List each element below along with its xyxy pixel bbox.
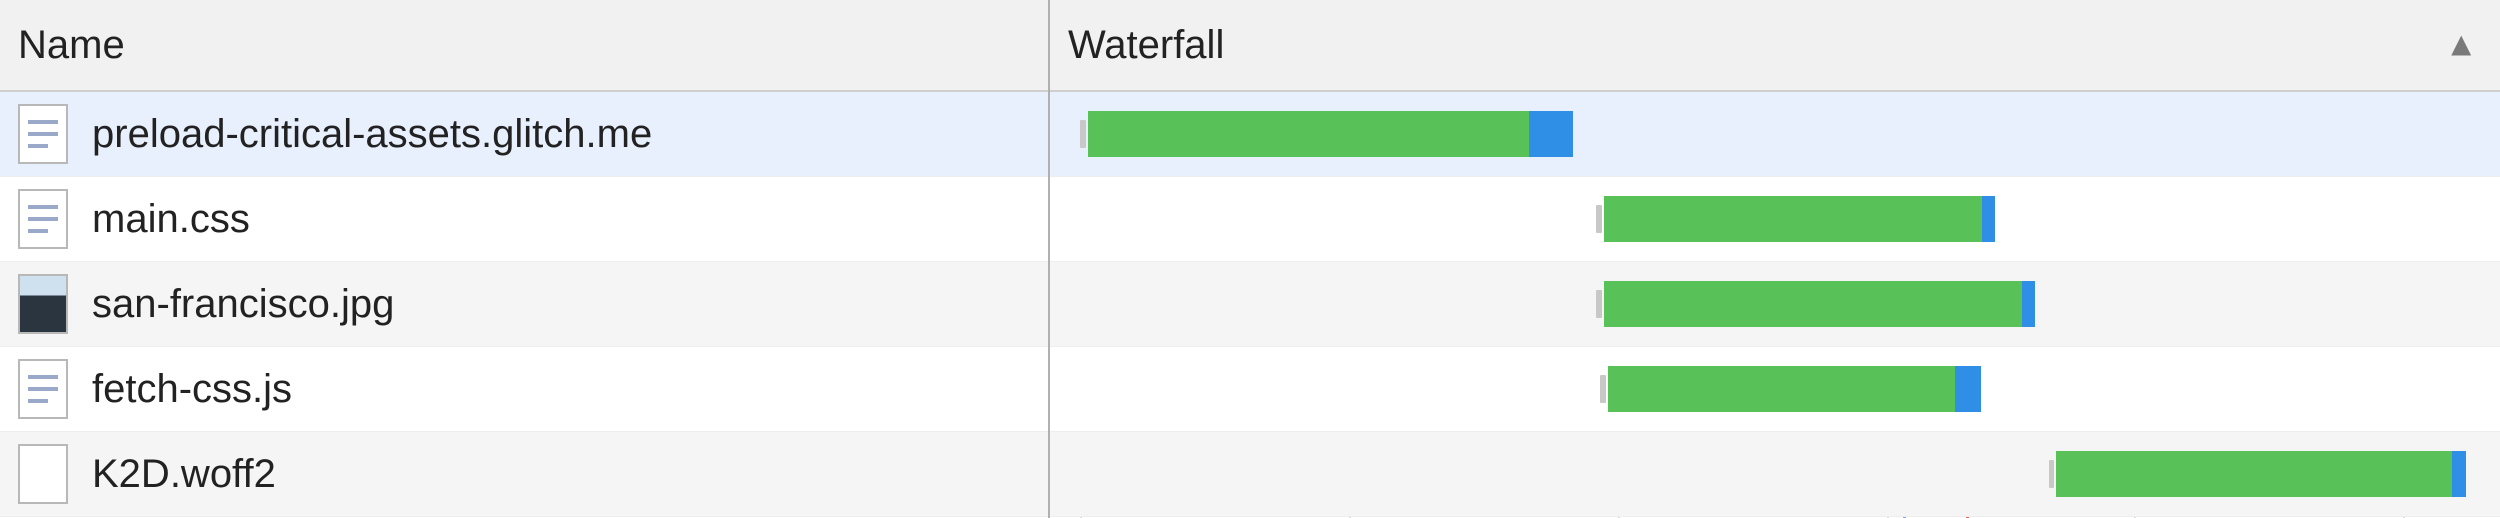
download-segment — [2022, 281, 2035, 327]
name-column: Name preload-critical-assets.glitch.me ma… — [0, 0, 1050, 518]
waterfall-row[interactable] — [1050, 262, 2500, 347]
waterfall-row[interactable] — [1050, 347, 2500, 432]
sort-indicator-icon: ▲ — [2444, 26, 2478, 65]
waiting-segment — [1604, 281, 2022, 327]
timing-bar — [1080, 111, 1573, 157]
table-row[interactable]: preload-critical-assets.glitch.me — [0, 92, 1048, 177]
waiting-segment — [2056, 451, 2452, 497]
waterfall-row[interactable] — [1050, 177, 2500, 262]
queue-tick-icon — [1600, 375, 1606, 403]
table-row[interactable]: main.css — [0, 177, 1048, 262]
request-name: preload-critical-assets.glitch.me — [92, 112, 652, 157]
download-segment — [1955, 366, 1981, 412]
waterfall-rows — [1050, 92, 2500, 518]
image-file-icon — [18, 274, 68, 334]
waterfall-track — [1080, 177, 2470, 261]
waterfall-track — [1080, 432, 2470, 516]
waterfall-header-label: Waterfall — [1068, 23, 1224, 68]
waterfall-row[interactable] — [1050, 92, 2500, 177]
document-file-icon — [18, 189, 68, 249]
download-segment — [1982, 196, 1995, 242]
name-column-header[interactable]: Name — [0, 0, 1048, 92]
font-file-icon — [18, 444, 68, 504]
queue-tick-icon — [1596, 290, 1602, 318]
waterfall-track — [1080, 347, 2470, 431]
name-header-label: Name — [18, 23, 125, 68]
network-panel: Name preload-critical-assets.glitch.me ma… — [0, 0, 2500, 518]
queue-tick-icon — [2049, 460, 2055, 488]
download-segment — [1529, 111, 1573, 157]
request-name: main.css — [92, 197, 250, 242]
table-row[interactable]: san-francisco.jpg — [0, 262, 1048, 347]
waterfall-row[interactable] — [1050, 432, 2500, 517]
document-file-icon — [18, 359, 68, 419]
waiting-segment — [1608, 366, 1955, 412]
timing-bar — [2049, 451, 2466, 497]
timing-bar — [1596, 196, 1995, 242]
request-name: fetch-css.js — [92, 367, 292, 412]
waterfall-column: Waterfall ▲ — [1050, 0, 2500, 518]
waiting-segment — [1604, 196, 1982, 242]
queue-tick-icon — [1080, 120, 1086, 148]
table-row[interactable]: K2D.woff2 — [0, 432, 1048, 517]
table-row[interactable]: fetch-css.js — [0, 347, 1048, 432]
document-file-icon — [18, 104, 68, 164]
request-name: K2D.woff2 — [92, 452, 276, 497]
waiting-segment — [1088, 111, 1529, 157]
queue-tick-icon — [1596, 205, 1602, 233]
waterfall-track — [1080, 262, 2470, 346]
timing-bar — [1596, 281, 2035, 327]
timing-bar — [1600, 366, 1981, 412]
waterfall-track — [1080, 92, 2470, 176]
request-name: san-francisco.jpg — [92, 282, 394, 327]
name-rows: preload-critical-assets.glitch.me main.cs… — [0, 92, 1048, 518]
download-segment — [2452, 451, 2465, 497]
waterfall-column-header[interactable]: Waterfall ▲ — [1050, 0, 2500, 92]
